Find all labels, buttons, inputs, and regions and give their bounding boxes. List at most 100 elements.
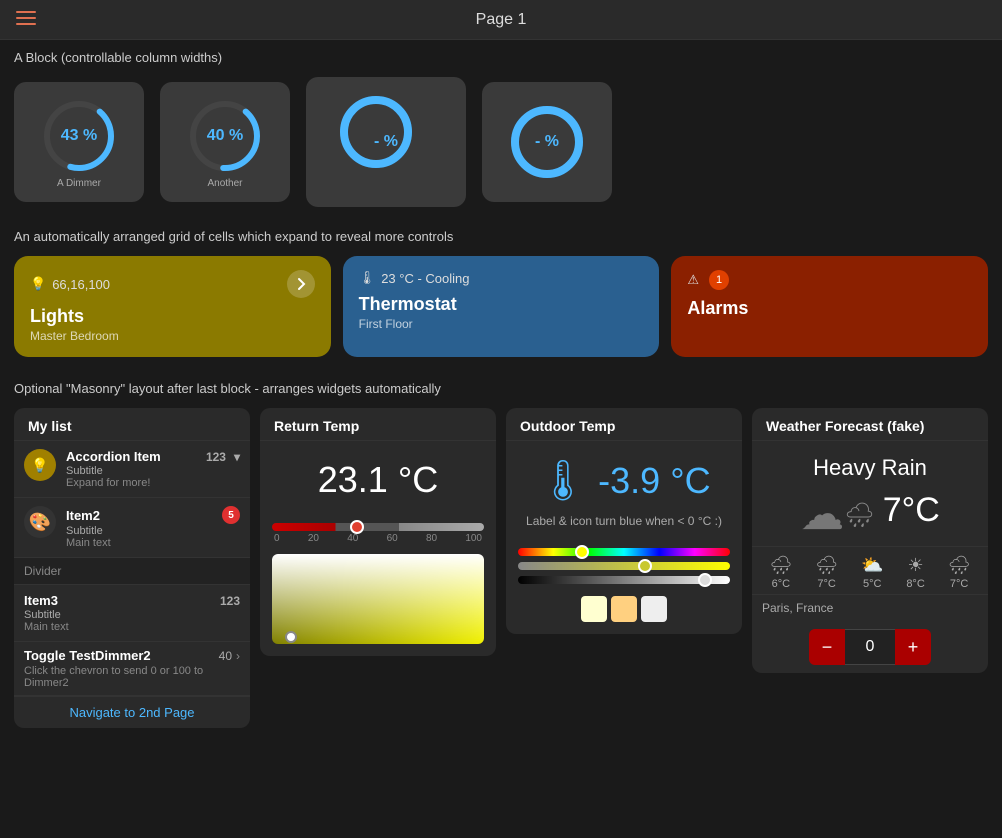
swatch-2[interactable] xyxy=(611,596,637,622)
dimmer-card-2[interactable]: 40 % Another xyxy=(160,82,290,202)
item2-icon: 🎨 xyxy=(24,506,56,538)
nav-link[interactable]: Navigate to 2nd Page xyxy=(14,696,250,728)
dimmer-dial-1: 43 % xyxy=(39,96,119,176)
dimmer-2-name: Another xyxy=(207,178,242,189)
weather-cloud-icon: ☁🌧 xyxy=(800,489,874,540)
toggle-chevron: › xyxy=(236,649,240,663)
list-item-item2[interactable]: 🎨 Item2 5 Subtitle Main text xyxy=(14,498,250,558)
forecast-3-icon: ⛅ xyxy=(861,555,883,576)
weather-forecast-row: 🌧 6°C 🌧 7°C ⛅ 5°C ☀ 8°C 🌧 7°C xyxy=(752,546,988,594)
auto-grid: 💡 66,16,100 Lights Master Bedroom 🌡 23 °… xyxy=(0,252,1002,371)
item2-subtitle: Subtitle xyxy=(66,525,240,537)
masonry-grid: My list 💡 Accordion Item 123 ▾ Subtitle … xyxy=(0,404,1002,742)
counter-minus-button[interactable]: − xyxy=(809,629,845,665)
item2-badge: 5 xyxy=(222,506,240,524)
accordion-chevron: ▾ xyxy=(234,450,240,464)
forecast-2: 🌧 7°C xyxy=(815,555,838,590)
dimmer-3-percent: - % xyxy=(374,133,398,151)
accordion-subtitle: Subtitle xyxy=(66,465,240,477)
masonry-label: Optional "Masonry" layout after last blo… xyxy=(0,371,1002,404)
outdoor-temp-value: -3.9 °C xyxy=(598,460,710,502)
toggle-value: 40 xyxy=(219,649,232,663)
counter-plus-button[interactable]: + xyxy=(895,629,931,665)
alarm-icon-row: ⚠ 1 xyxy=(687,270,729,290)
color-picker-box[interactable] xyxy=(272,554,484,644)
thermo-icon-text: 🌡 23 °C - Cooling xyxy=(359,270,470,286)
dimmer-2-label: 40 % xyxy=(207,127,243,145)
mylist-widget: My list 💡 Accordion Item 123 ▾ Subtitle … xyxy=(14,408,250,728)
dimmer-1-label: 43 % xyxy=(61,127,97,145)
lights-title: Lights xyxy=(30,306,315,327)
brightness-thumb[interactable] xyxy=(698,573,712,587)
list-item-accordion[interactable]: 💡 Accordion Item 123 ▾ Subtitle Expand f… xyxy=(14,441,250,498)
lightbulb-icon: 💡 xyxy=(30,276,46,292)
color-picker-thumb[interactable] xyxy=(285,631,297,643)
forecast-2-icon: 🌧 xyxy=(815,555,838,576)
block-section-label: A Block (controllable column widths) xyxy=(0,40,1002,71)
warning-icon: ⚠ xyxy=(687,272,699,288)
thermostat-title: Thermostat xyxy=(359,294,644,315)
lights-card[interactable]: 💡 66,16,100 Lights Master Bedroom xyxy=(14,256,331,357)
outdoor-temp-column: Outdoor Temp 🌡 -3.9 °C Label & icon turn… xyxy=(506,408,742,634)
toggle-title: Toggle TestDimmer2 xyxy=(24,648,151,663)
dimmer-1-percent: 43 % xyxy=(61,127,97,145)
dimmer-4-percent: - % xyxy=(535,133,559,151)
hue-slider[interactable] xyxy=(518,548,730,556)
swatch-1[interactable] xyxy=(581,596,607,622)
dimmer-block-row: 43 % A Dimmer 40 % Another - % xyxy=(0,71,1002,221)
dimmer-card-3[interactable]: - % xyxy=(306,77,466,207)
weather-condition: Heavy Rain xyxy=(752,441,988,485)
dimmer-1-name: A Dimmer xyxy=(57,178,101,189)
lights-nav-button[interactable] xyxy=(287,270,315,298)
page-title: Page 1 xyxy=(476,11,527,29)
accordion-title: Accordion Item 123 ▾ xyxy=(66,449,240,464)
thermometer-outdoor-icon: 🌡 xyxy=(537,457,588,504)
toggle-dimmer2[interactable]: Toggle TestDimmer2 40 › Click the chevro… xyxy=(14,642,250,696)
lights-icon-text: 💡 66,16,100 xyxy=(30,276,110,292)
saturation-thumb[interactable] xyxy=(638,559,652,573)
brightness-slider[interactable] xyxy=(518,576,730,584)
return-temp-header: Return Temp xyxy=(260,408,496,441)
weather-temp: 7°C xyxy=(883,491,940,538)
forecast-1: 🌧 6°C xyxy=(769,555,792,590)
saturation-slider[interactable] xyxy=(518,562,730,570)
return-temp-slider-thumb[interactable] xyxy=(350,520,364,534)
return-temp-slider-track[interactable] xyxy=(272,523,484,531)
forecast-4-icon: ☀ xyxy=(906,555,924,576)
thermostat-subtitle: First Floor xyxy=(359,317,644,331)
outdoor-label: Label & icon turn blue when < 0 °C :) xyxy=(506,510,742,538)
return-temp-column: Return Temp 23.1 °C 0 20 40 60 80 100 xyxy=(260,408,496,656)
hue-thumb[interactable] xyxy=(575,545,589,559)
lights-subtitle: Master Bedroom xyxy=(30,329,315,343)
counter-value: 0 xyxy=(845,629,895,665)
item3-subtitle: Subtitle xyxy=(24,609,240,621)
mylist-header: My list xyxy=(14,408,250,441)
item3-main: Main text xyxy=(24,621,240,633)
dimmer-dial-2: 40 % xyxy=(185,96,265,176)
thermostat-card[interactable]: 🌡 23 °C - Cooling Thermostat First Floor xyxy=(343,256,660,357)
dimmer-dial-4: - % xyxy=(507,102,587,182)
accordion-main: Expand for more! xyxy=(66,477,240,489)
alarms-card[interactable]: ⚠ 1 Alarms xyxy=(671,256,988,357)
dimmer-card-1[interactable]: 43 % A Dimmer xyxy=(14,82,144,202)
item2-title: Item2 5 xyxy=(66,506,240,524)
slider-labels: 0 20 40 60 80 100 xyxy=(272,533,484,544)
return-temp-widget: Return Temp 23.1 °C 0 20 40 60 80 100 xyxy=(260,408,496,656)
mylist-column: My list 💡 Accordion Item 123 ▾ Subtitle … xyxy=(14,408,250,728)
thermometer-icon: 🌡 xyxy=(359,270,376,286)
forecast-3: ⛅ 5°C xyxy=(861,555,883,590)
dimmer-3-label: - % xyxy=(374,133,398,151)
menu-icon[interactable] xyxy=(16,9,36,30)
dimmer-card-4[interactable]: - % xyxy=(482,82,612,202)
color-swatches xyxy=(518,590,730,624)
forecast-1-icon: 🌧 xyxy=(769,555,792,576)
forecast-5-icon: 🌧 xyxy=(948,555,971,576)
swatch-3[interactable] xyxy=(641,596,667,622)
list-item-item3[interactable]: Item3 123 Subtitle Main text xyxy=(14,585,250,642)
list-divider: Divider xyxy=(14,558,250,585)
auto-grid-label: An automatically arranged grid of cells … xyxy=(0,221,1002,252)
weather-location: Paris, France xyxy=(752,594,988,621)
return-temp-value: 23.1 °C xyxy=(260,441,496,511)
dimmer-4-label: - % xyxy=(535,133,559,151)
outdoor-temp-widget: Outdoor Temp 🌡 -3.9 °C Label & icon turn… xyxy=(506,408,742,634)
